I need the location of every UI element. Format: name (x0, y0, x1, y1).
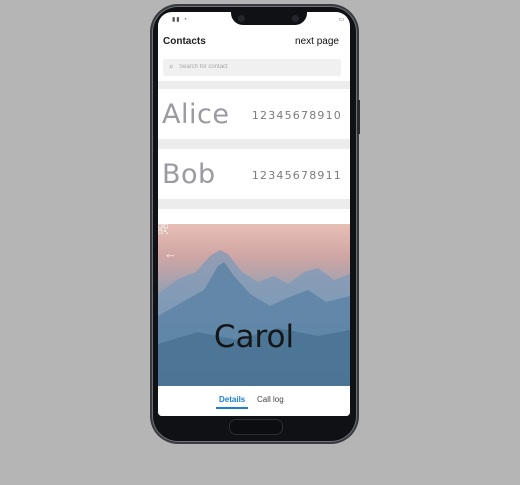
tab-call-log[interactable]: Call log (257, 395, 284, 404)
contact-row[interactable]: Bob 12345678911 (158, 149, 350, 199)
front-camera-icon (292, 15, 299, 22)
phone-screen: ▮▮ ◔ ▭ Contacts next page ⌕ Alice 123456… (158, 12, 350, 416)
back-arrow-icon[interactable]: ← (164, 246, 177, 261)
contact-name: Alice (162, 99, 230, 130)
divider (158, 199, 350, 209)
contact-detail-header: ← Carol (158, 224, 350, 386)
search-bar[interactable]: ⌕ (163, 59, 341, 76)
page-title: Contacts (163, 36, 206, 47)
contact-phone: 12345678910 (251, 109, 342, 122)
active-tab-indicator (216, 407, 248, 409)
qr-code-icon[interactable] (158, 224, 168, 234)
next-page-button[interactable]: next page (286, 32, 348, 51)
search-input[interactable] (179, 61, 329, 73)
contact-phone: 12345678911 (251, 169, 342, 182)
tab-details[interactable]: Details (219, 395, 245, 404)
front-camera-icon (238, 15, 245, 22)
camera-notch (231, 12, 307, 25)
mountain-background (158, 250, 350, 386)
search-icon: ⌕ (169, 62, 174, 71)
home-button[interactable] (229, 419, 283, 435)
contact-row[interactable]: Alice 12345678910 (158, 89, 350, 139)
divider (158, 139, 350, 149)
divider (158, 81, 350, 89)
contact-row-partial[interactable] (158, 209, 350, 224)
tab-bar: Details Call log (158, 386, 350, 416)
battery-icon: ▭ (338, 17, 344, 23)
contact-detail-name: Carol (213, 319, 295, 355)
contact-name: Bob (162, 159, 216, 190)
power-button (357, 100, 360, 134)
signal-icons: ▮▮ ◔ (172, 17, 188, 23)
